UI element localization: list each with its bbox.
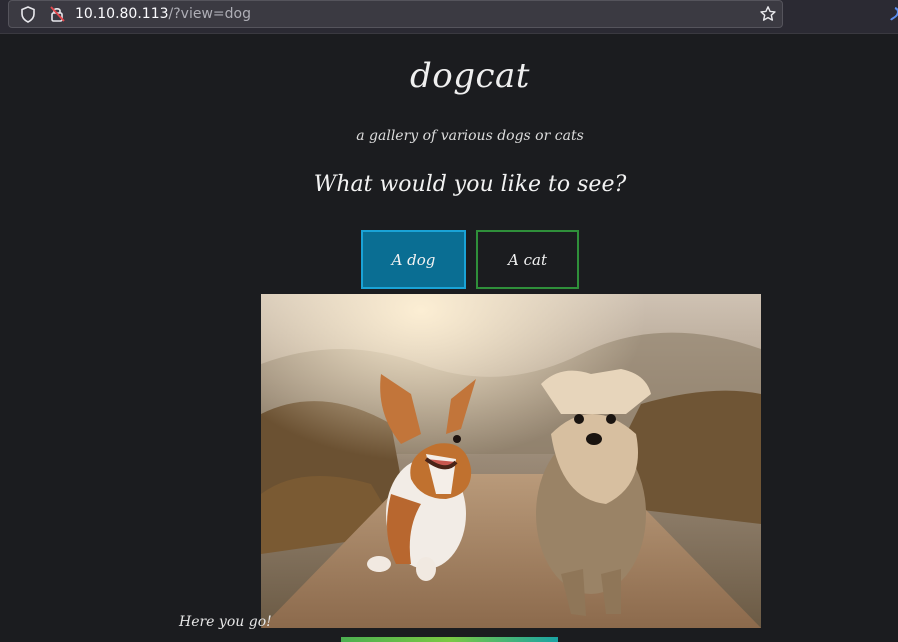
dog-button[interactable]: A dog	[361, 230, 466, 289]
site-title: dogcat	[410, 56, 530, 96]
next-image-strip	[341, 637, 558, 642]
result-caption: Here you go!	[179, 614, 272, 630]
url-host: 10.10.80.113	[75, 6, 169, 22]
address-bar[interactable]: 10.10.80.113/?view=dog	[8, 0, 783, 28]
url-path: /?view=dog	[168, 6, 251, 22]
dog-photo	[261, 294, 761, 628]
site-subtitle: a gallery of various dogs or cats	[356, 128, 584, 144]
gallery-prompt: What would you like to see?	[313, 172, 627, 197]
lock-warning-icon[interactable]	[49, 5, 67, 27]
url-text[interactable]: 10.10.80.113/?view=dog	[75, 6, 251, 22]
cat-button[interactable]: A cat	[476, 230, 579, 289]
extension-icon[interactable]	[889, 6, 898, 21]
star-icon[interactable]	[759, 5, 777, 27]
browser-toolbar: 10.10.80.113/?view=dog	[0, 0, 898, 34]
shield-icon[interactable]	[20, 6, 36, 27]
